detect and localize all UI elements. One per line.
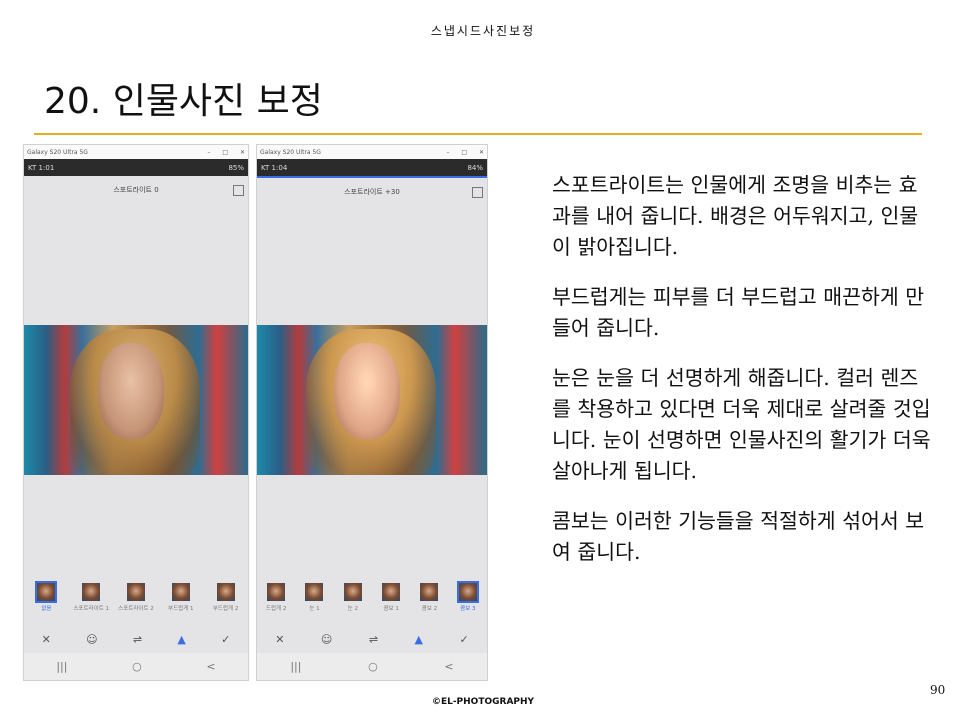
recent-apps-icon[interactable]: ||| xyxy=(290,660,301,673)
preset-thumb[interactable]: 눈 1 xyxy=(295,583,333,621)
preset-thumb-image xyxy=(456,581,479,603)
window-titlebar: Galaxy S20 Ultra 5G – □ ✕ xyxy=(24,145,248,159)
close-icon[interactable]: ✕ xyxy=(240,149,245,156)
status-bar: KT 1:01 85% xyxy=(24,159,248,176)
title-divider xyxy=(34,133,922,135)
portrait-face xyxy=(98,343,164,439)
preset-thumb-label: 눈 2 xyxy=(347,606,358,612)
minimize-icon[interactable]: – xyxy=(446,149,449,156)
preset-thumb[interactable]: 부드럽게 2 xyxy=(204,583,248,621)
preset-thumb-label: 스포트라이트 2 xyxy=(118,606,154,612)
preset-thumb-image xyxy=(126,583,145,601)
preset-thumb-label: 드럽게 2 xyxy=(265,606,287,612)
home-icon[interactable]: ○ xyxy=(368,660,378,673)
preset-thumb-label: 없음 xyxy=(41,606,52,612)
tool-value-bar: 스포트라이트 0 xyxy=(24,176,248,204)
preset-thumb-image xyxy=(216,583,235,601)
window-title: Galaxy S20 Ultra 5G xyxy=(27,148,88,156)
face-icon[interactable]: ☺ xyxy=(86,633,97,646)
window-titlebar: Galaxy S20 Ultra 5G – □ ✕ xyxy=(257,145,487,159)
close-icon[interactable]: ✕ xyxy=(479,149,484,156)
page-number: 90 xyxy=(930,683,946,697)
adjust-icon[interactable]: ⇌ xyxy=(133,633,142,646)
preset-thumb-label: 부드럽게 2 xyxy=(212,606,239,612)
portrait-face xyxy=(334,343,400,439)
header-title: 스냅시드사진보정 xyxy=(430,24,536,38)
cancel-icon[interactable]: ✕ xyxy=(275,633,284,646)
back-icon[interactable]: < xyxy=(206,660,215,673)
footer-copyright: ©EL-PHOTOGRAPHY xyxy=(431,697,535,707)
confirm-icon[interactable]: ✓ xyxy=(459,633,468,646)
android-nav-bar: ||| ○ < xyxy=(257,653,487,680)
edit-tools-bar: ✕ ☺ ⇌ ▲ ✓ xyxy=(257,629,487,649)
preset-thumb-label: 콤보 1 xyxy=(383,606,399,612)
preset-thumb-image xyxy=(82,583,101,601)
recent-apps-icon[interactable]: ||| xyxy=(56,660,67,673)
phone-screenshot-before: Galaxy S20 Ultra 5G – □ ✕ KT 1:01 85% 스포… xyxy=(23,144,249,681)
tool-value-bar: 스포트라이트 +30 xyxy=(257,178,487,206)
style-icon[interactable]: ▲ xyxy=(177,633,185,646)
edit-tools-bar: ✕ ☺ ⇌ ▲ ✓ xyxy=(24,629,248,649)
compare-icon[interactable] xyxy=(233,185,244,196)
status-carrier-time: KT 1:04 xyxy=(261,163,288,172)
preset-thumb-label: 콤보 2 xyxy=(421,606,438,612)
android-nav-bar: ||| ○ < xyxy=(24,653,248,680)
back-icon[interactable]: < xyxy=(444,660,453,673)
phone-screenshot-after: Galaxy S20 Ultra 5G – □ ✕ KT 1:04 84% 스포… xyxy=(256,144,488,681)
style-icon[interactable]: ▲ xyxy=(415,633,423,646)
description-text: 스포트라이트는 인물에게 조명을 비추는 효과를 내어 줍니다. 배경은 어두워… xyxy=(552,170,932,587)
preset-thumb[interactable]: 없음 xyxy=(24,581,68,621)
preset-thumb[interactable]: 부드럽게 1 xyxy=(159,583,203,621)
maximize-icon[interactable]: □ xyxy=(461,149,467,156)
status-battery: 84% xyxy=(467,163,483,172)
slide-title: 20. 인물사진 보정 xyxy=(44,81,323,122)
minimize-icon[interactable]: – xyxy=(207,149,210,156)
portrait-photo xyxy=(24,325,248,475)
preset-thumb-image xyxy=(382,583,401,601)
preset-thumbnails: 드럽게 2 눈 1 눈 2 콤보 1 콤보 2 콤보 3 xyxy=(257,581,487,621)
face-icon[interactable]: ☺ xyxy=(321,633,332,646)
status-battery: 85% xyxy=(228,163,244,172)
home-icon[interactable]: ○ xyxy=(132,660,142,673)
window-title: Galaxy S20 Ultra 5G xyxy=(260,148,321,156)
maximize-icon[interactable]: □ xyxy=(222,149,228,156)
preset-thumb-image xyxy=(171,583,190,601)
preset-thumb[interactable]: 스포트라이트 1 xyxy=(69,583,113,621)
preset-thumb[interactable]: 콤보 2 xyxy=(410,583,448,621)
paragraph-combo: 콤보는 이러한 기능들을 적절하게 섞어서 보여 줍니다. xyxy=(552,509,925,564)
cancel-icon[interactable]: ✕ xyxy=(42,633,51,646)
paragraph-smooth: 부드럽게는 피부를 더 부드럽고 매끈하게 만들어 줍니다. xyxy=(552,285,925,340)
preset-thumb-label: 콤보 3 xyxy=(460,606,476,612)
preset-thumb-image xyxy=(343,583,362,601)
paragraph-spotlight: 스포트라이트는 인물에게 조명을 비추는 효과를 내어 줍니다. 배경은 어두워… xyxy=(552,173,919,259)
preset-thumb-image xyxy=(305,583,324,601)
preset-thumbnails: 없음 스포트라이트 1 스포트라이트 2 부드럽게 1 부드럽게 2 xyxy=(24,581,248,621)
preset-thumb[interactable]: 드럽게 2 xyxy=(257,583,295,621)
tool-value-label: 스포트라이트 0 xyxy=(113,186,159,194)
preset-thumb[interactable]: 콤보 3 xyxy=(449,581,487,621)
tool-value-label: 스포트라이트 +30 xyxy=(344,188,400,196)
status-carrier-time: KT 1:01 xyxy=(28,163,55,172)
preset-thumb[interactable]: 눈 2 xyxy=(334,583,372,621)
preset-thumb-image xyxy=(420,583,439,601)
adjust-icon[interactable]: ⇌ xyxy=(369,633,378,646)
preset-thumb-label: 스포트라이트 1 xyxy=(73,606,109,612)
preset-thumb[interactable]: 콤보 1 xyxy=(372,583,410,621)
preset-thumb-image xyxy=(35,581,58,603)
confirm-icon[interactable]: ✓ xyxy=(221,633,230,646)
paragraph-eyes: 눈은 눈을 더 선명하게 해줍니다. 컬러 렌즈를 착용하고 있다면 더욱 제대… xyxy=(552,366,931,483)
preset-thumb-label: 부드럽게 1 xyxy=(168,606,194,612)
preset-thumb[interactable]: 스포트라이트 2 xyxy=(114,583,158,621)
portrait-photo xyxy=(257,325,487,475)
compare-icon[interactable] xyxy=(472,187,483,198)
status-bar: KT 1:04 84% xyxy=(257,159,487,178)
preset-thumb-image xyxy=(267,583,286,601)
preset-thumb-label: 눈 1 xyxy=(309,606,320,612)
